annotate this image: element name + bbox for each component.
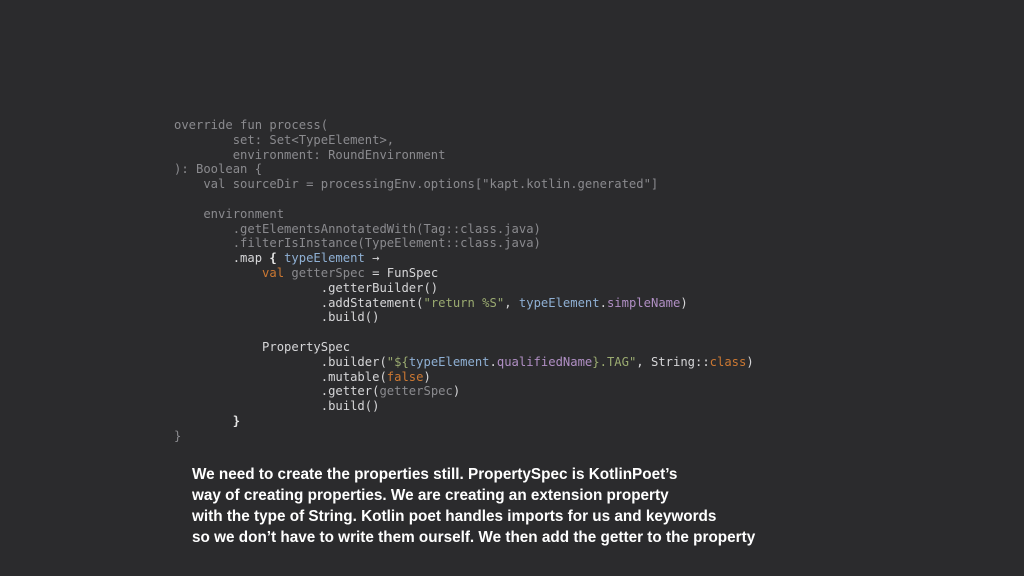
- code-token: .build(): [174, 310, 380, 325]
- code-token: .addStatement(: [174, 295, 424, 310]
- code-token: }.TAG": [592, 354, 637, 369]
- code-line: }: [174, 414, 754, 429]
- code-token: }: [174, 428, 182, 443]
- code-token: environment: RoundEnvironment: [174, 147, 446, 162]
- code-line: .builder("${typeElement.qualifiedName}.T…: [174, 355, 754, 370]
- code-token: .builder(: [174, 354, 387, 369]
- code-token: typeElement: [276, 251, 373, 266]
- code-line: set: Set<TypeElement>,: [174, 133, 754, 148]
- code-token: set: Set<TypeElement>,: [174, 132, 395, 147]
- caption-line: We need to create the properties still. …: [192, 466, 678, 483]
- code-token: getterSpec: [379, 384, 453, 399]
- code-token: = FunSpec: [364, 265, 439, 280]
- code-snippet: override fun process( set: Set<TypeEleme…: [174, 118, 754, 444]
- code-token: ): Boolean {: [174, 162, 263, 177]
- code-token: .build(): [174, 399, 380, 414]
- code-line: .getElementsAnnotatedWith(Tag::class.jav…: [174, 222, 754, 237]
- caption-line: way of creating properties. We are creat…: [192, 487, 669, 504]
- code-token: →: [372, 251, 380, 266]
- code-token: ): [423, 369, 431, 384]
- code-token: environment: [174, 206, 285, 221]
- code-token: ,: [504, 295, 519, 310]
- code-token: "${: [386, 354, 409, 369]
- code-token: .mutable(: [174, 369, 387, 384]
- code-line: .getter(getterSpec): [174, 384, 754, 399]
- code-token: typeElement: [408, 354, 490, 369]
- code-token: val sourceDir = processingEnv.options["k…: [174, 177, 659, 192]
- code-token: .: [599, 295, 607, 310]
- code-token: override fun process(: [174, 118, 329, 132]
- code-line: environment: [174, 207, 754, 222]
- code-line: val getterSpec = FunSpec: [174, 266, 754, 281]
- code-token: ): [452, 384, 461, 399]
- code-token: qualifiedName: [496, 354, 593, 369]
- code-token: .getElementsAnnotatedWith(Tag::class.jav…: [174, 221, 541, 236]
- code-token: ): [680, 295, 688, 310]
- code-token: false: [386, 369, 424, 384]
- code-line: .filterIsInstance(TypeElement::class.jav…: [174, 236, 754, 251]
- code-token: .getterBuilder(): [174, 280, 439, 295]
- caption-line: with the type of String. Kotlin poet han…: [192, 508, 717, 525]
- code-line: ): Boolean {: [174, 162, 754, 177]
- code-line: .addStatement("return %S", typeElement.s…: [174, 296, 754, 311]
- code-line: .map { typeElement →: [174, 251, 754, 266]
- code-line: .mutable(false): [174, 370, 754, 385]
- code-token: .getter(: [174, 384, 380, 399]
- code-token: PropertySpec: [174, 339, 351, 354]
- code-line: override fun process(: [174, 118, 754, 133]
- code-line: .build(): [174, 310, 754, 325]
- code-token: .map: [174, 251, 270, 266]
- code-line: PropertySpec: [174, 340, 754, 355]
- caption-line: so we don’t have to write them ourself. …: [192, 529, 756, 546]
- code-token: .filterIsInstance(TypeElement::class.jav…: [174, 236, 541, 251]
- code-token: {: [269, 251, 277, 266]
- code-token: typeElement: [518, 295, 600, 310]
- code-token: val: [174, 265, 292, 280]
- code-token: , String::: [636, 354, 710, 369]
- code-token: getterSpec: [291, 265, 365, 280]
- code-line: val sourceDir = processingEnv.options["k…: [174, 177, 754, 192]
- code-line: .getterBuilder(): [174, 281, 754, 296]
- code-token: .: [489, 354, 497, 369]
- code-line: environment: RoundEnvironment: [174, 148, 754, 163]
- slide-caption: We need to create the properties still. …: [192, 464, 892, 548]
- code-token: }: [232, 413, 241, 428]
- code-token: simpleName: [606, 295, 681, 310]
- code-token: "return %S": [423, 295, 505, 310]
- code-token: ): [746, 354, 754, 369]
- code-line: .build(): [174, 399, 754, 414]
- code-line: }: [174, 429, 754, 444]
- code-token: class: [709, 354, 747, 369]
